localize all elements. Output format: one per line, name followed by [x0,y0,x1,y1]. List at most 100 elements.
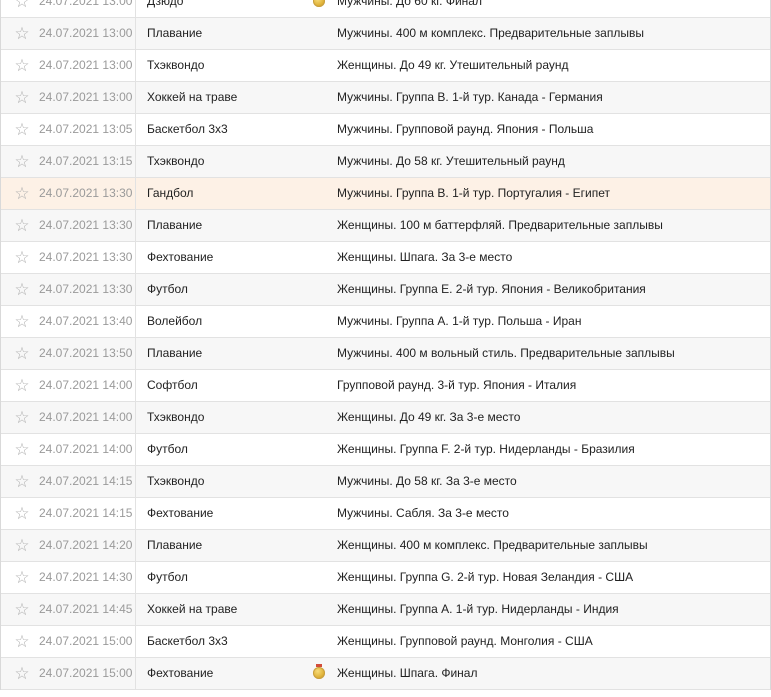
event-datetime: 24.07.2021 13:30 [39,242,136,273]
schedule-row[interactable]: ☆ 24.07.2021 13:30 Футбол Женщины. Групп… [1,274,770,306]
schedule-row[interactable]: ☆ 24.07.2021 14:15 Фехтование Мужчины. С… [1,498,770,530]
event-description: Женщины. 400 м комплекс. Предварительные… [337,538,648,552]
star-outline-icon[interactable]: ☆ [13,530,31,561]
event-description: Групповой раунд. 3-й тур. Япония - Итали… [337,378,577,392]
sport-name: Баскетбол 3х3 [147,122,228,136]
sport-name: Баскетбол 3х3 [147,634,228,648]
event-description: Женщины. До 49 кг. Утешительный раунд [337,58,569,72]
schedule-row[interactable]: ☆ 24.07.2021 15:00 Фехтование Женщины. Ш… [1,658,770,690]
event-description: Женщины. Группа F. 2-й тур. Нидерланды -… [337,442,635,456]
schedule-row[interactable]: ☆ 24.07.2021 14:00 Футбол Женщины. Групп… [1,434,770,466]
schedule-row[interactable]: ☆ 24.07.2021 14:15 Тхэквондо Мужчины. До… [1,466,770,498]
schedule-row[interactable]: ☆ 24.07.2021 14:00 Тхэквондо Женщины. До… [1,402,770,434]
sport-name: Плавание [147,346,203,360]
schedule-row[interactable]: ☆ 24.07.2021 14:00 Софтбол Групповой рау… [1,370,770,402]
star-outline-icon[interactable]: ☆ [13,594,31,625]
sport-name: Тхэквондо [147,474,205,488]
star-outline-icon[interactable]: ☆ [13,0,31,17]
star-outline-icon[interactable]: ☆ [13,114,31,145]
event-description: Женщины. Групповой раунд. Монголия - США [337,634,593,648]
star-outline-icon[interactable]: ☆ [13,658,31,689]
event-description: Мужчины. Групповой раунд. Япония - Польш… [337,122,594,136]
schedule-row[interactable]: ☆ 24.07.2021 14:30 Футбол Женщины. Групп… [1,562,770,594]
star-outline-icon[interactable]: ☆ [13,626,31,657]
star-outline-icon[interactable]: ☆ [13,434,31,465]
sport-name: Фехтование [147,506,214,520]
star-outline-icon[interactable]: ☆ [13,466,31,497]
sport-name: Футбол [147,442,188,456]
star-outline-icon[interactable]: ☆ [13,50,31,81]
event-description: Женщины. Группа E. 2-й тур. Япония - Вел… [337,282,646,296]
sport-name: Волейбол [147,314,203,328]
gold-medal-icon [313,0,325,7]
event-datetime: 24.07.2021 14:15 [39,466,136,497]
sport-name: Плавание [147,538,203,552]
event-description: Женщины. 100 м баттерфляй. Предварительн… [337,218,663,232]
star-outline-icon[interactable]: ☆ [13,562,31,593]
event-datetime: 24.07.2021 15:00 [39,658,136,689]
event-datetime: 24.07.2021 14:00 [39,402,136,433]
event-datetime: 24.07.2021 13:30 [39,178,136,209]
event-datetime: 24.07.2021 14:20 [39,530,136,561]
sport-name: Фехтование [147,250,214,264]
star-outline-icon[interactable]: ☆ [13,306,31,337]
event-description: Мужчины. До 58 кг. Утешительный раунд [337,154,565,168]
sport-name: Тхэквондо [147,154,205,168]
event-description: Мужчины. Сабля. За 3-е место [337,506,509,520]
star-outline-icon[interactable]: ☆ [13,18,31,49]
event-datetime: 24.07.2021 14:00 [39,434,136,465]
star-outline-icon[interactable]: ☆ [13,402,31,433]
star-outline-icon[interactable]: ☆ [13,178,31,209]
star-outline-icon[interactable]: ☆ [13,274,31,305]
schedule-row[interactable]: ☆ 24.07.2021 13:00 Плавание Мужчины. 400… [1,18,770,50]
star-outline-icon[interactable]: ☆ [13,82,31,113]
schedule-row[interactable]: ☆ 24.07.2021 15:00 Баскетбол 3х3 Женщины… [1,626,770,658]
schedule-row[interactable]: ☆ 24.07.2021 13:05 Баскетбол 3х3 Мужчины… [1,114,770,146]
event-description: Мужчины. До 58 кг. За 3-е место [337,474,517,488]
sport-name: Софтбол [147,378,198,392]
schedule-row[interactable]: ☆ 24.07.2021 13:50 Плавание Мужчины. 400… [1,338,770,370]
schedule-list: ☆ 24.07.2021 13:00 Дзюдо Мужчины. До 60 … [0,0,771,690]
event-description: Мужчины. 400 м комплекс. Предварительные… [337,26,644,40]
event-description: Мужчины. До 60 кг. Финал [337,0,482,8]
sport-name: Фехтование [147,666,214,680]
schedule-row[interactable]: ☆ 24.07.2021 13:30 Фехтование Женщины. Ш… [1,242,770,274]
schedule-row[interactable]: ☆ 24.07.2021 13:00 Хоккей на траве Мужчи… [1,82,770,114]
schedule-row[interactable]: ☆ 24.07.2021 13:30 Гандбол Мужчины. Груп… [1,178,770,210]
star-outline-icon[interactable]: ☆ [13,370,31,401]
sport-name: Гандбол [147,186,194,200]
event-description: Женщины. До 49 кг. За 3-е место [337,410,521,424]
event-datetime: 24.07.2021 13:15 [39,146,136,177]
sport-name: Хоккей на траве [147,602,238,616]
event-description: Женщины. Шпага. За 3-е место [337,250,513,264]
schedule-row[interactable]: ☆ 24.07.2021 13:00 Дзюдо Мужчины. До 60 … [1,0,770,18]
schedule-row[interactable]: ☆ 24.07.2021 14:20 Плавание Женщины. 400… [1,530,770,562]
event-datetime: 24.07.2021 15:00 [39,626,136,657]
schedule-row[interactable]: ☆ 24.07.2021 13:00 Тхэквондо Женщины. До… [1,50,770,82]
event-datetime: 24.07.2021 13:00 [39,50,136,81]
event-description: Мужчины. Группа B. 1-й тур. Португалия -… [337,186,610,200]
star-outline-icon[interactable]: ☆ [13,146,31,177]
event-datetime: 24.07.2021 14:00 [39,370,136,401]
schedule-row[interactable]: ☆ 24.07.2021 14:45 Хоккей на траве Женщи… [1,594,770,626]
event-datetime: 24.07.2021 13:30 [39,274,136,305]
event-description: Женщины. Группа G. 2-й тур. Новая Зеланд… [337,570,634,584]
star-outline-icon[interactable]: ☆ [13,338,31,369]
schedule-row[interactable]: ☆ 24.07.2021 13:15 Тхэквондо Мужчины. До… [1,146,770,178]
schedule-row[interactable]: ☆ 24.07.2021 13:40 Волейбол Мужчины. Гру… [1,306,770,338]
star-outline-icon[interactable]: ☆ [13,242,31,273]
schedule-row[interactable]: ☆ 24.07.2021 13:30 Плавание Женщины. 100… [1,210,770,242]
event-datetime: 24.07.2021 13:00 [39,82,136,113]
event-datetime: 24.07.2021 13:00 [39,0,136,17]
gold-medal-icon [313,664,325,679]
event-description: Мужчины. Группа B. 1-й тур. Канада - Гер… [337,90,603,104]
sport-name: Дзюдо [147,0,184,8]
event-description: Женщины. Шпага. Финал [337,666,478,680]
event-datetime: 24.07.2021 13:05 [39,114,136,145]
event-datetime: 24.07.2021 14:15 [39,498,136,529]
star-outline-icon[interactable]: ☆ [13,210,31,241]
event-description: Женщины. Группа A. 1-й тур. Нидерланды -… [337,602,619,616]
star-outline-icon[interactable]: ☆ [13,498,31,529]
event-description: Мужчины. Группа A. 1-й тур. Польша - Ира… [337,314,582,328]
sport-name: Хоккей на траве [147,90,238,104]
